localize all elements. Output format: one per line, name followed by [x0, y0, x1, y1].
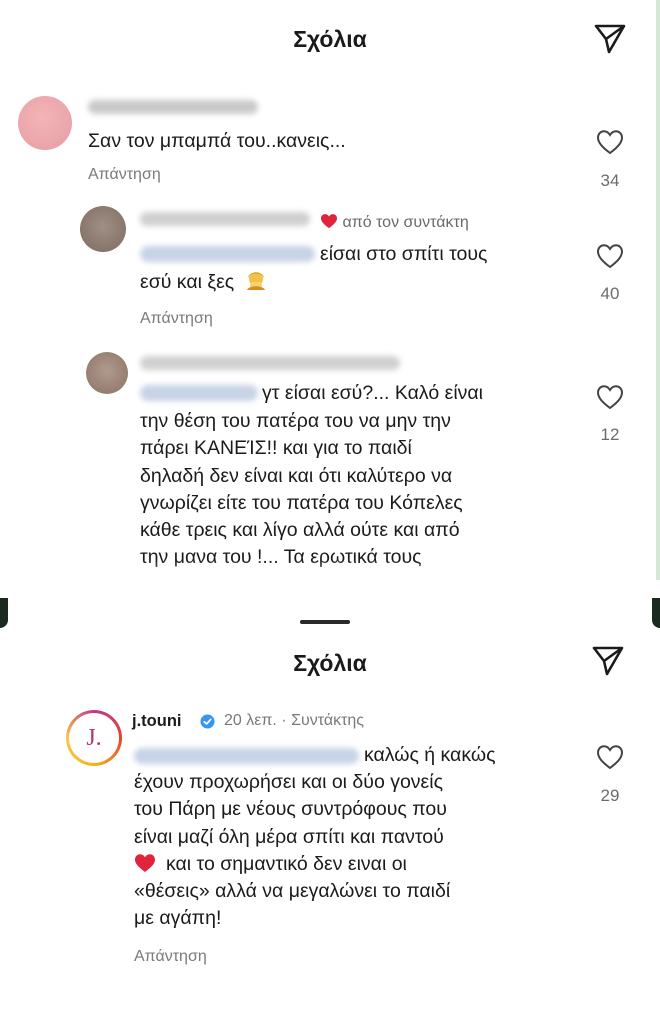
like-button[interactable]: [595, 384, 625, 410]
avatar[interactable]: [80, 206, 126, 252]
drag-handle[interactable]: [300, 620, 350, 624]
comment-text-line: με αγάπη!: [134, 907, 222, 930]
comment-text-line: και το σημαντικό δεν ειναι οι: [134, 851, 584, 878]
comment-text-line: κάθε τρεις και λίγο αλλά ούτε και από: [140, 519, 460, 542]
comment-text-line: εσύ και ξες: [140, 271, 235, 293]
screenshot-divider: [0, 580, 660, 598]
comment-text-segment: και το σημαντικό δεν ειναι οι: [166, 852, 407, 875]
author-badge-text: από τον συντάκτη: [342, 214, 469, 231]
like-count: 29: [600, 786, 620, 805]
avatar[interactable]: [18, 96, 72, 150]
screen-edge: [652, 598, 660, 628]
comment-text-line: είναι μαζί όλη μέρα σπίτι και παντού: [134, 825, 444, 848]
mention-blurred[interactable]: [140, 246, 315, 262]
mention-blurred[interactable]: [134, 748, 359, 764]
reply-button[interactable]: Απάντηση: [140, 310, 213, 328]
comment-text-body: έχουν προχωρήσει και οι δύο γονείς του Π…: [134, 769, 584, 933]
heart-outline-icon: [596, 385, 624, 410]
avatar[interactable]: [86, 352, 128, 394]
username[interactable]: j.touni: [132, 712, 181, 731]
comment-text: Σαν τον μπαμπά του..κανεις...: [88, 130, 346, 152]
like-count: 40: [600, 284, 620, 303]
like-count: 34: [600, 171, 620, 190]
header-title: Σχόλια: [293, 26, 367, 52]
comment-text-body: την θέση του πατέρα του να μην την πάρει…: [140, 408, 580, 572]
verified-badge-icon: [200, 714, 215, 729]
username-blurred[interactable]: [140, 356, 400, 370]
heart-red-icon: [134, 853, 156, 873]
comment-text-line: έχουν προχωρήσει και οι δύο γονείς: [134, 771, 443, 793]
comment-text-line: πάρει ΚΑΝΕΊΣ!! και για το παιδί: [140, 437, 412, 460]
send-icon[interactable]: [592, 20, 628, 56]
like-button[interactable]: [595, 129, 625, 155]
like-button[interactable]: [595, 744, 625, 770]
comment-meta: 20 λεπ. · Συντάκτης: [224, 712, 364, 729]
heart-outline-icon: [596, 244, 624, 269]
reply-button[interactable]: Απάντηση: [134, 948, 207, 966]
heart-outline-icon: [596, 130, 624, 155]
comments-screen-2: Σχόλια J. j.touni 20 λεπ. · Συντάκτης κα…: [0, 598, 660, 1018]
comment-text: είσαι στο σπίτι τους: [320, 243, 488, 265]
scroll-fade: [0, 560, 660, 580]
comment-text: γτ είσαι εσύ?... Καλό είναι: [262, 382, 484, 404]
header-title: Σχόλια: [293, 650, 367, 676]
like-count: 12: [600, 425, 620, 444]
comments-screen-1: Σχόλια Σαν τον μπαμπά του..κανεις... Απά…: [0, 0, 660, 580]
mention-blurred[interactable]: [140, 385, 258, 401]
heart-red-icon: [321, 214, 337, 229]
comment-text-line: γνωρίζει είτε του πατέρα του Κόπελες: [140, 491, 463, 514]
comment-text-line: την θέση του πατέρα του να μην την: [140, 410, 451, 432]
author-like-badge: από τον συντάκτη: [320, 213, 469, 232]
screen-edge: [0, 598, 8, 628]
comment-text-line: «θέσεις» αλλά να μεγαλώνει το παιδί: [134, 880, 451, 903]
username-blurred[interactable]: [88, 100, 258, 114]
avatar-letter: J.: [69, 713, 119, 763]
screen-edge: [656, 0, 660, 580]
avatar[interactable]: J.: [66, 710, 122, 766]
facepalm-emoji-icon: [244, 268, 268, 292]
send-icon[interactable]: [590, 642, 626, 678]
comment-text: εσύ και ξες: [140, 268, 268, 296]
comment-text-line: του Πάρη με νέους συντρόφους που: [134, 798, 447, 821]
username-blurred[interactable]: [140, 212, 310, 226]
comment-text-line: δηλαδή δεν είναι και ότι καλύτερο να: [140, 464, 453, 487]
reply-button[interactable]: Απάντηση: [88, 166, 161, 184]
like-button[interactable]: [595, 243, 625, 269]
comment-text: καλώς ή κακώς: [364, 744, 496, 766]
heart-outline-icon: [596, 745, 624, 770]
